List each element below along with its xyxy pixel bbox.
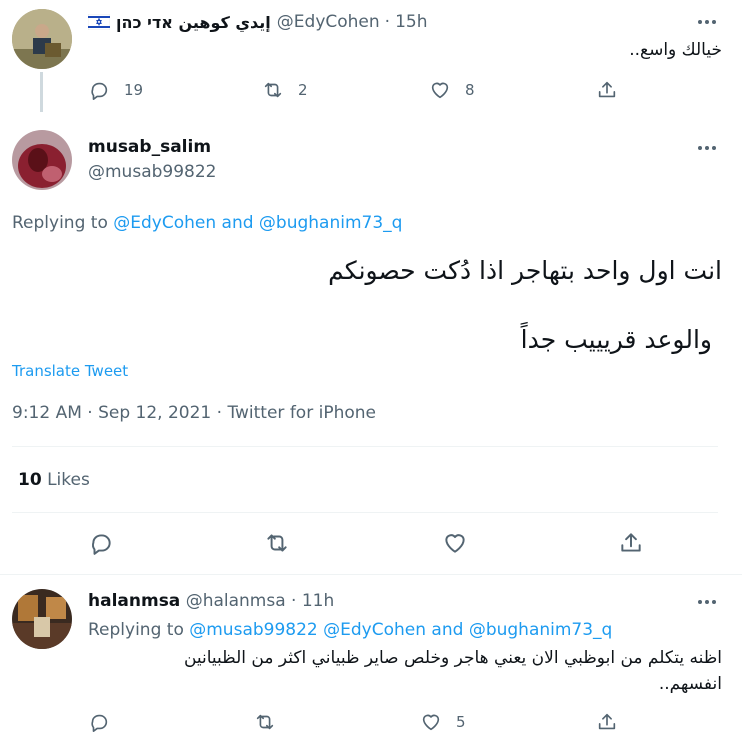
replying-prefix: Replying to (12, 213, 108, 233)
reply-button[interactable] (88, 711, 110, 733)
retweet-icon (267, 534, 287, 552)
divider (12, 512, 718, 513)
reply-and: and (431, 620, 464, 640)
more-icon[interactable] (698, 17, 720, 27)
reply-mention-bughanim[interactable]: @bughanim73_q (259, 213, 403, 233)
retweet-button[interactable] (254, 711, 276, 733)
halanmsa-avatar[interactable] (12, 589, 72, 649)
tweet-text-line1: اظنه يتكلم من ابوظبي الان يعني هاجر وخلص… (183, 648, 722, 668)
share-icon (598, 81, 616, 98)
heart-icon (422, 714, 440, 731)
reply-icon (91, 714, 108, 732)
avatar-photo (12, 130, 72, 190)
share-icon (621, 533, 641, 552)
like-button[interactable]: 8 (429, 79, 475, 101)
dot-separator: · (384, 12, 391, 32)
display-name[interactable]: musab_salim (88, 137, 211, 157)
reply-button[interactable] (88, 530, 114, 556)
heart-icon (431, 82, 449, 99)
more-icon[interactable] (698, 143, 720, 153)
reply-button[interactable]: 19 (88, 79, 143, 101)
musab-avatar[interactable] (12, 130, 72, 190)
reply-mention-edycohen[interactable]: @EdyCohen (113, 213, 216, 233)
tweet-text-line2: والوعد قريييب جداً (520, 325, 712, 354)
translate-tweet-link[interactable]: Translate Tweet (12, 362, 128, 380)
dot-separator: · (291, 591, 297, 611)
handle[interactable]: @musab99822 (88, 162, 216, 182)
display-name[interactable]: إيدي كوهين אדי כהן (116, 13, 271, 32)
like-button[interactable] (442, 530, 468, 556)
tweet-text: خيالك واسع.. (629, 40, 722, 60)
share-button[interactable] (618, 530, 644, 556)
retweet-count: 2 (298, 81, 308, 99)
reply-count: 19 (124, 81, 144, 99)
likes-label: Likes (47, 470, 90, 490)
replying-to: Replying to @musab99822 @EdyCohen and @b… (88, 620, 612, 640)
timestamp[interactable]: 11h (302, 591, 334, 611)
tweet-header: إيدي كوهين אדי כהן @EdyCohen · 15h (88, 11, 427, 33)
replying-prefix: Replying to (88, 620, 184, 640)
share-button[interactable] (596, 711, 618, 733)
likes-count: 10 (18, 470, 42, 490)
retweet-icon (264, 82, 282, 98)
timestamp[interactable]: 15h (395, 12, 427, 32)
more-icon[interactable] (698, 597, 720, 607)
likes-stat[interactable]: 10 Likes (18, 470, 90, 490)
tweet-text-line2: انفسهم.. (658, 674, 722, 694)
like-button[interactable]: 5 (420, 711, 466, 733)
thread-line (40, 72, 43, 112)
heart-icon (445, 534, 465, 553)
retweet-icon (256, 714, 274, 730)
handle[interactable]: @halanmsa (186, 591, 286, 611)
reply-mentions[interactable]: @musab99822 @EdyCohen (189, 620, 426, 640)
retweet-button[interactable] (264, 530, 290, 556)
display-name[interactable]: halanmsa (88, 591, 180, 611)
tweet-meta[interactable]: 9:12 AM · Sep 12, 2021 · Twitter for iPh… (12, 403, 376, 423)
handle[interactable]: @EdyCohen (277, 12, 380, 32)
like-count: 8 (465, 81, 475, 99)
israel-flag-icon (88, 14, 110, 30)
reply-icon (91, 82, 108, 100)
like-count: 5 (456, 713, 466, 731)
tweet-text-line1: انت اول واحد بتهاجر اذا دُكت حصونكم (328, 256, 722, 285)
divider (0, 574, 742, 575)
edycohen-avatar[interactable] (12, 9, 72, 69)
replying-to: Replying to @EdyCohen and @bughanim73_q (12, 213, 402, 233)
reply-and: and (221, 213, 254, 233)
divider (12, 446, 718, 447)
tweet-header: halanmsa @halanmsa · 11h (88, 591, 334, 611)
retweet-button[interactable]: 2 (262, 79, 308, 101)
avatar-photo (12, 9, 72, 69)
share-button[interactable] (596, 79, 618, 101)
reply-icon (92, 534, 111, 555)
reply-mention-bughanim[interactable]: @bughanim73_q (469, 620, 613, 640)
avatar-photo (12, 589, 72, 649)
share-icon (598, 713, 616, 730)
